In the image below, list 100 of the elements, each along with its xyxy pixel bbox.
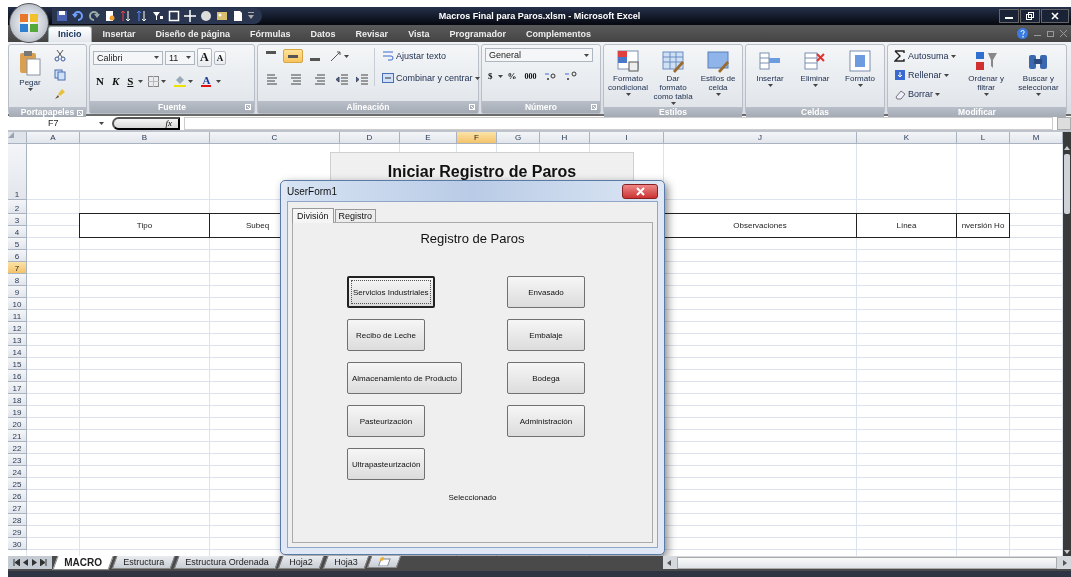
- row-header[interactable]: 11: [8, 310, 27, 322]
- sort-descending-icon[interactable]: [136, 10, 148, 22]
- ribbon-button[interactable]: Insertar: [749, 48, 791, 104]
- row-header[interactable]: 30: [8, 538, 27, 550]
- close-button[interactable]: [622, 183, 658, 199]
- sheet-tab[interactable]: Hoja2: [278, 556, 325, 569]
- row-header[interactable]: 9: [8, 286, 27, 298]
- filter-icon[interactable]: [152, 10, 164, 22]
- ribbon-tab[interactable]: Insertar: [93, 27, 145, 42]
- font-size-field[interactable]: 11: [165, 50, 195, 65]
- last-sheet-icon[interactable]: [40, 559, 47, 566]
- dialog-tab[interactable]: División: [292, 208, 334, 223]
- office-button[interactable]: [9, 3, 49, 43]
- row-header[interactable]: 3: [8, 214, 27, 226]
- row-header[interactable]: 25: [8, 478, 27, 490]
- sheet-tab[interactable]: Hoja3: [322, 556, 369, 569]
- bold-button[interactable]: N: [93, 73, 107, 89]
- vertical-align-button[interactable]: [283, 49, 303, 63]
- ribbon-tab[interactable]: Complementos: [517, 27, 600, 42]
- column-header[interactable]: C: [210, 132, 340, 144]
- column-header[interactable]: H: [540, 132, 590, 144]
- row-header[interactable]: 22: [8, 442, 27, 454]
- dialog-tab[interactable]: Registro: [334, 209, 377, 222]
- ribbon-button[interactable]: Formato: [839, 48, 881, 104]
- form-button[interactable]: Recibo de Leche: [347, 319, 425, 351]
- insert-sheet-button[interactable]: [367, 556, 402, 568]
- row-header[interactable]: 24: [8, 466, 27, 478]
- row-header[interactable]: 20: [8, 418, 27, 430]
- ribbon-tab[interactable]: Diseño de página: [146, 27, 240, 42]
- font-name-field[interactable]: Calibri: [93, 50, 163, 65]
- form-button[interactable]: Envasado: [507, 276, 585, 308]
- thousands-button[interactable]: 000: [521, 69, 540, 83]
- row-header[interactable]: 2: [8, 200, 27, 214]
- dropdown-icon[interactable]: [248, 12, 254, 20]
- ribbon-tab[interactable]: Fórmulas: [241, 27, 300, 42]
- row-header[interactable]: 14: [8, 346, 27, 358]
- copy-button[interactable]: [51, 67, 69, 83]
- merge-center-button[interactable]: Combinar y centrar: [379, 70, 483, 86]
- first-sheet-icon[interactable]: [13, 559, 20, 566]
- next-sheet-icon[interactable]: [31, 559, 38, 566]
- column-header[interactable]: M: [1010, 132, 1063, 144]
- grow-font-button[interactable]: A: [197, 48, 212, 67]
- print-preview-icon[interactable]: [104, 10, 116, 22]
- row-header[interactable]: 1: [8, 144, 27, 200]
- square-icon[interactable]: [168, 10, 180, 22]
- row-header[interactable]: 12: [8, 322, 27, 334]
- formula-input[interactable]: [184, 116, 1053, 130]
- decrease-indent-button[interactable]: [333, 71, 351, 87]
- row-header[interactable]: 23: [8, 454, 27, 466]
- image-icon[interactable]: [216, 10, 228, 22]
- ribbon-tab[interactable]: Inicio: [48, 26, 92, 42]
- row-header[interactable]: 4: [8, 226, 27, 238]
- scissors-button[interactable]: [51, 48, 69, 64]
- insert-function-button[interactable]: fx: [112, 116, 180, 130]
- row-header[interactable]: 27: [8, 502, 27, 514]
- row-header[interactable]: 28: [8, 514, 27, 526]
- row-header[interactable]: 13: [8, 334, 27, 346]
- column-header[interactable]: K: [857, 132, 957, 144]
- column-header[interactable]: B: [80, 132, 210, 144]
- ribbon-button[interactable]: Dar formato como tabla: [652, 48, 694, 104]
- ribbon-tab[interactable]: Datos: [301, 27, 345, 42]
- row-header[interactable]: 6: [8, 250, 27, 262]
- column-header[interactable]: L: [957, 132, 1010, 144]
- scroll-down-icon[interactable]: [1064, 550, 1070, 554]
- column-header[interactable]: A: [27, 132, 80, 144]
- save-icon[interactable]: [56, 10, 68, 22]
- sheet-tab[interactable]: MACRO: [52, 556, 114, 570]
- scroll-up-icon[interactable]: [1064, 146, 1070, 150]
- increase-indent-button[interactable]: [353, 71, 371, 87]
- row-header[interactable]: 7: [8, 262, 27, 274]
- minimize-button[interactable]: [999, 9, 1019, 23]
- ribbon-tab[interactable]: Revisar: [346, 27, 398, 42]
- close-icon[interactable]: [1060, 30, 1067, 37]
- form-button[interactable]: Ultrapasteurización: [347, 448, 426, 480]
- sheet-tab[interactable]: Estructura: [111, 556, 176, 569]
- page-icon[interactable]: [232, 10, 244, 22]
- form-button[interactable]: Bodega: [507, 362, 585, 394]
- horizontal-scrollbar[interactable]: [663, 556, 1071, 569]
- ribbon-button[interactable]: Buscar y seleccionar: [1013, 48, 1063, 104]
- column-header[interactable]: D: [340, 132, 400, 144]
- row-header[interactable]: 19: [8, 406, 27, 418]
- underline-button[interactable]: S: [124, 73, 137, 89]
- ribbon-button[interactable]: Eliminar: [794, 48, 836, 104]
- ribbon-tab[interactable]: Vista: [399, 27, 439, 42]
- plus-icon[interactable]: [184, 10, 196, 22]
- close-button[interactable]: [1041, 9, 1069, 23]
- number-format-field[interactable]: General: [485, 48, 593, 62]
- row-header[interactable]: 17: [8, 382, 27, 394]
- ribbon-button[interactable]: Formato condicional: [607, 48, 650, 104]
- row-header[interactable]: 21: [8, 430, 27, 442]
- ribbon-button[interactable]: Estilos de celda: [697, 48, 739, 104]
- form-button[interactable]: Servicios Industriales: [347, 276, 435, 308]
- percent-button[interactable]: %: [504, 69, 520, 83]
- form-button[interactable]: Administración: [507, 405, 585, 437]
- row-header[interactable]: 26: [8, 490, 27, 502]
- circle-icon[interactable]: [200, 10, 212, 22]
- shrink-font-button[interactable]: A: [213, 50, 227, 65]
- scrollbar-thumb[interactable]: [1064, 154, 1070, 214]
- column-header[interactable]: E: [400, 132, 457, 144]
- row-header[interactable]: 15: [8, 358, 27, 370]
